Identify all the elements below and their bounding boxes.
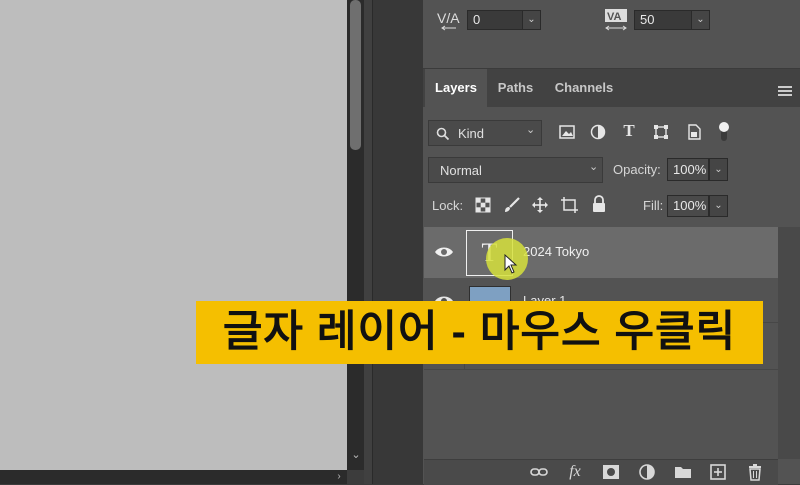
blend-mode-dropdown[interactable]: Normal ⌄ (428, 157, 603, 183)
collapsed-panel-dock (372, 0, 424, 484)
opacity-field[interactable]: 100% (667, 158, 709, 181)
new-group-folder-icon[interactable] (673, 463, 693, 481)
chevron-down-icon: ⌄ (589, 161, 599, 173)
layers-list-empty-area (424, 371, 778, 459)
opacity-label: Opacity: (613, 162, 661, 177)
filter-kind-label: Kind (458, 126, 485, 141)
link-layers-icon[interactable] (529, 463, 549, 481)
layers-panel-scrollbar[interactable] (778, 227, 800, 459)
layer-row-text[interactable]: T 2024 Tokyo (424, 227, 778, 278)
search-icon (436, 127, 450, 141)
panel-menu-icon[interactable] (778, 83, 792, 96)
scroll-down-arrow-icon[interactable]: ⌄ (349, 448, 363, 462)
add-mask-icon[interactable] (601, 463, 621, 481)
tracking-icon: VA (604, 7, 630, 33)
mouse-pointer-icon (504, 253, 518, 274)
visibility-eye-icon[interactable] (434, 245, 454, 259)
tab-channels[interactable]: Channels (545, 69, 623, 107)
tracking-field[interactable]: 50 (634, 10, 692, 30)
lock-transparent-pixels-icon[interactable] (475, 197, 491, 213)
lock-position-move-icon[interactable] (531, 196, 549, 214)
layer-style-fx-icon[interactable]: fx (565, 463, 585, 481)
fill-chevron-icon[interactable]: ⌄ (709, 195, 728, 217)
svg-text:VA: VA (607, 11, 622, 23)
scroll-right-arrow-icon[interactable]: › (332, 471, 346, 483)
filter-type-layers-icon[interactable]: T (620, 121, 638, 141)
kerning-field[interactable]: 0 (467, 10, 523, 30)
chevron-down-icon: ⌄ (526, 124, 536, 136)
filter-adjustment-layers-icon[interactable] (589, 123, 607, 141)
tab-layers[interactable]: Layers (425, 69, 487, 107)
filter-kind-dropdown[interactable]: Kind ⌄ (428, 120, 542, 146)
new-adjustment-layer-icon[interactable] (637, 463, 657, 481)
lock-label: Lock: (432, 198, 464, 213)
canvas-vertical-scroll-thumb[interactable] (350, 0, 361, 150)
lock-image-pixels-brush-icon[interactable] (503, 196, 521, 214)
new-layer-icon[interactable] (708, 463, 728, 481)
fill-field[interactable]: 100% (667, 195, 709, 217)
filter-pixel-layers-icon[interactable] (558, 123, 576, 141)
opacity-chevron-icon[interactable]: ⌄ (709, 158, 728, 181)
lock-all-padlock-icon[interactable] (591, 195, 607, 213)
tracking-dropdown-chevron-icon[interactable]: ⌄ (691, 10, 710, 30)
canvas-horizontal-scrollbar[interactable] (0, 470, 347, 484)
kerning-icon: V/A (436, 8, 462, 32)
document-canvas[interactable] (0, 0, 347, 470)
filter-toggle-switch[interactable] (718, 120, 730, 144)
blend-mode-value: Normal (440, 163, 482, 178)
kerning-dropdown-chevron-icon[interactable]: ⌄ (522, 10, 541, 30)
character-panel: V/A 0 ⌄ VA 50 ⌄ (423, 0, 800, 69)
lock-artboard-icon[interactable] (560, 196, 579, 214)
svg-text:V/A: V/A (437, 10, 460, 26)
fill-label: Fill: (643, 198, 664, 213)
tutorial-caption: 글자 레이어 - 마우스 우클릭 (196, 301, 763, 364)
filter-shape-layers-icon[interactable] (652, 123, 670, 141)
workspace-gutter (364, 0, 372, 484)
filter-smart-objects-icon[interactable] (686, 123, 702, 141)
layer-name: 2024 Tokyo (523, 244, 590, 259)
delete-layer-trash-icon[interactable] (745, 463, 765, 481)
tab-paths[interactable]: Paths (488, 69, 543, 107)
